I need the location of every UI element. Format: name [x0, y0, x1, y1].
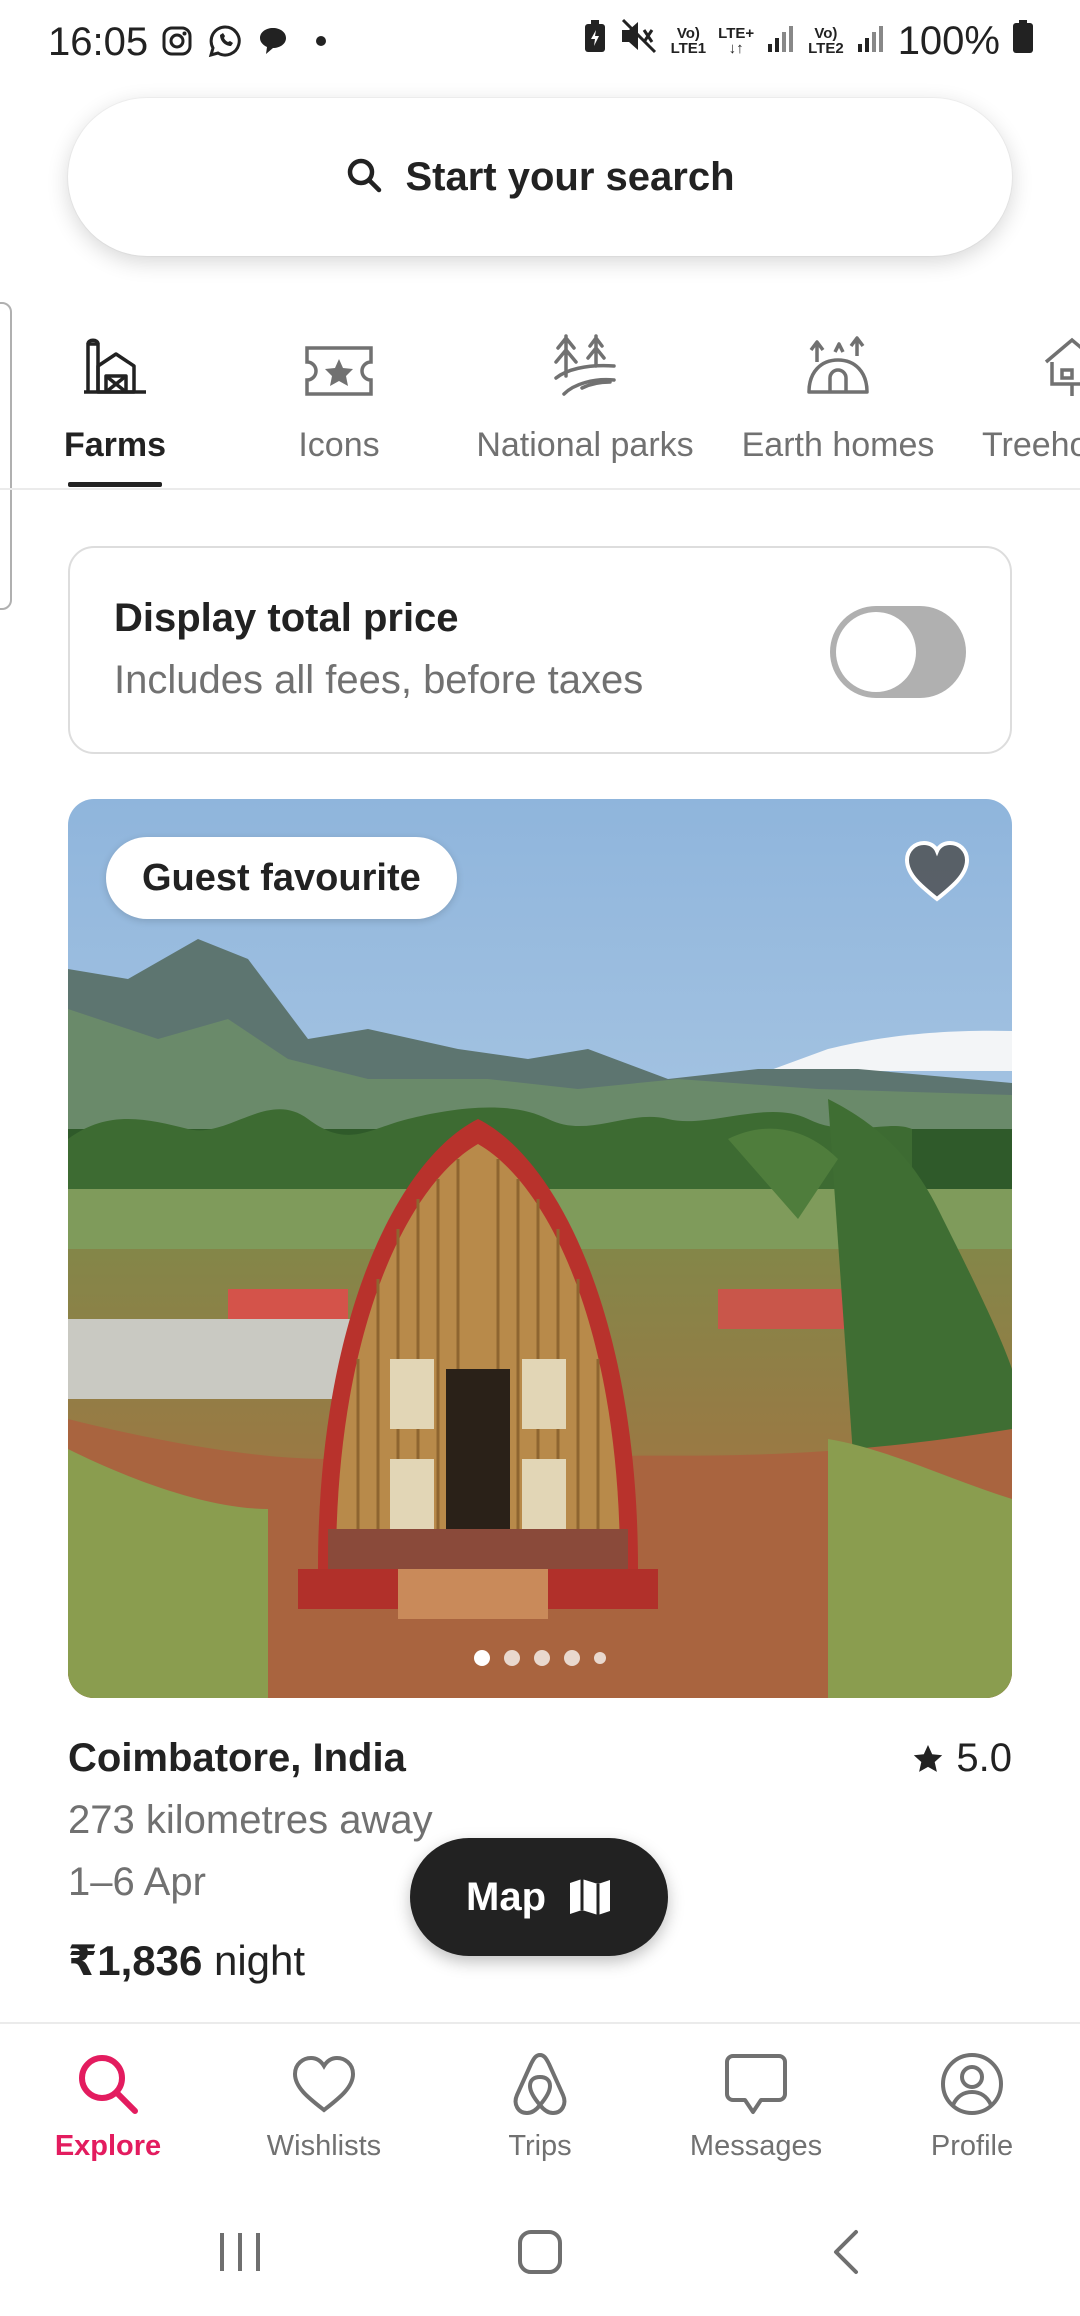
earth-home-icon — [805, 310, 871, 398]
sim2-lte-label: LTE2 — [808, 40, 844, 57]
whatsapp-icon — [208, 24, 242, 58]
category-label: Icons — [298, 426, 380, 464]
treehouse-icon — [1042, 310, 1080, 398]
chat-bubble-icon — [256, 24, 290, 58]
battery-icon — [1012, 19, 1034, 64]
nav-label: Explore — [54, 2130, 162, 2162]
category-bar: Farms Icons National parks Earth homes T… — [0, 300, 1080, 490]
lte-plus-indicator: LTE+ ↓↑ — [718, 26, 754, 56]
listing-distance: 273 kilometres away — [68, 1798, 433, 1842]
nav-explore[interactable]: Explore — [0, 2048, 216, 2163]
listing-price: ₹1,836 night — [68, 1936, 305, 1985]
map-button[interactable]: Map — [410, 1838, 668, 1956]
price-amount: ₹1,836 — [68, 1937, 203, 1984]
lte-plus-label: LTE+ — [718, 25, 755, 42]
recent-apps-button[interactable] — [200, 2220, 280, 2284]
carousel-dot — [504, 1650, 520, 1666]
signal-1-icon — [766, 19, 796, 64]
guest-favourite-badge: Guest favourite — [106, 837, 457, 919]
heart-icon — [291, 2048, 357, 2120]
carousel-dot — [474, 1650, 490, 1666]
category-national-parks[interactable]: National parks — [474, 300, 696, 490]
more-notifications-dot-icon — [304, 24, 338, 58]
price-unit: night — [202, 1937, 306, 1984]
nav-label: Wishlists — [266, 2130, 382, 2162]
home-icon — [518, 2230, 562, 2274]
back-icon — [834, 2230, 858, 2274]
category-icons[interactable]: Icons — [282, 300, 396, 490]
total-price-subtitle: Includes all fees, before taxes — [114, 658, 644, 702]
status-bar: 16:05 Vo) LTE1 LTE+ ↓↑ Vo) LTE2 100% — [0, 0, 1080, 92]
category-treehouses[interactable]: Treeho — [982, 300, 1080, 490]
bottom-navigation: Explore Wishlists Trips Messages Profile — [0, 2022, 1080, 2186]
data-arrows-icon: ↓↑ — [728, 40, 744, 57]
ticket-star-icon — [303, 310, 375, 398]
instagram-icon — [160, 24, 194, 58]
wishlist-heart-button[interactable] — [902, 839, 972, 905]
sim2-volte-label: Vo) — [814, 25, 838, 42]
battery-percent: 100% — [897, 18, 1000, 63]
listing-rating: 5.0 — [912, 1736, 1012, 1781]
active-category-indicator — [68, 482, 162, 487]
battery-saver-icon — [583, 19, 607, 64]
sim2-indicator: Vo) LTE2 — [808, 26, 844, 56]
profile-icon — [939, 2048, 1005, 2120]
rating-value: 5.0 — [956, 1736, 1012, 1780]
listing-image — [68, 799, 1012, 1698]
home-button[interactable] — [500, 2220, 580, 2284]
nav-trips[interactable]: Trips — [432, 2048, 648, 2163]
total-price-toggle[interactable] — [830, 606, 966, 698]
system-navigation-bar — [0, 2186, 1080, 2316]
national-park-icon — [552, 310, 618, 398]
category-farms[interactable]: Farms — [64, 300, 166, 490]
category-label: Farms — [63, 426, 167, 464]
category-divider — [0, 488, 1080, 490]
listing-photo[interactable]: Guest favourite — [68, 799, 1012, 1698]
mute-icon — [619, 18, 659, 64]
sim1-indicator: Vo) LTE1 — [671, 26, 707, 56]
status-right: Vo) LTE1 LTE+ ↓↑ Vo) LTE2 100% — [583, 18, 1034, 64]
search-label: Start your search — [405, 154, 735, 199]
map-button-label: Map — [466, 1874, 546, 1919]
carousel-dot — [594, 1652, 606, 1664]
nav-messages[interactable]: Messages — [648, 2048, 864, 2163]
back-button[interactable] — [806, 2220, 886, 2284]
nav-label: Trips — [508, 2130, 572, 2162]
map-icon — [570, 1879, 610, 1915]
star-icon — [914, 1744, 943, 1772]
airbnb-logo-icon — [509, 2048, 571, 2120]
sim1-volte-label: Vo) — [676, 25, 700, 42]
photo-carousel-dots — [68, 1650, 1012, 1666]
search-bar[interactable]: Start your search — [68, 98, 1012, 256]
signal-2-icon — [856, 19, 886, 64]
nav-wishlists[interactable]: Wishlists — [216, 2048, 432, 2163]
recent-apps-icon — [220, 2233, 260, 2271]
carousel-dot — [564, 1650, 580, 1666]
heart-icon — [904, 840, 970, 902]
nav-profile[interactable]: Profile — [864, 2048, 1080, 2163]
carousel-dot — [534, 1650, 550, 1666]
notification-icons — [160, 24, 338, 58]
category-earth-homes[interactable]: Earth homes — [740, 300, 936, 490]
search-icon — [345, 156, 383, 199]
category-label: Treeho — [982, 426, 1080, 464]
search-icon — [75, 2048, 141, 2120]
status-time: 16:05 — [48, 20, 149, 64]
sim1-lte-label: LTE1 — [670, 40, 707, 57]
listing-dates: 1–6 Apr — [68, 1860, 206, 1904]
total-price-card: Display total price Includes all fees, b… — [68, 546, 1012, 754]
total-price-title: Display total price — [114, 596, 459, 640]
nav-label: Profile — [930, 2130, 1014, 2162]
category-label: National parks — [476, 426, 694, 464]
toggle-knob — [836, 612, 916, 692]
message-icon — [723, 2048, 789, 2120]
farm-icon — [82, 310, 148, 398]
nav-label: Messages — [689, 2130, 823, 2162]
listing-location[interactable]: Coimbatore, India — [68, 1736, 406, 1781]
category-label: Earth homes — [741, 426, 935, 464]
